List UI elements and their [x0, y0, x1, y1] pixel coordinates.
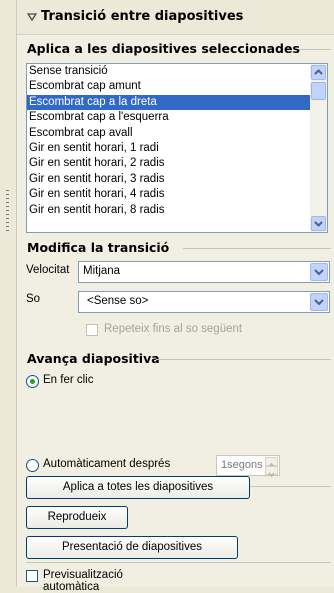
transition-list-item[interactable]: Gir en sentit horari, 8 radis [27, 203, 327, 218]
transition-list: Sense transició Escombrat cap amunt Escomb… [27, 64, 327, 218]
transition-list-item[interactable]: Sense transició [27, 64, 327, 79]
section-divider [156, 359, 331, 360]
scroll-thumb[interactable] [311, 82, 326, 100]
on-click-label: En fer clic [43, 374, 94, 386]
section-divider [26, 562, 331, 563]
autopreview-label: Previsualització automàtica [43, 569, 123, 593]
speed-value: Mitjana [83, 265, 121, 277]
auto-label: Automàticament després [43, 458, 171, 470]
slideshow-button[interactable]: Presentació de diapositives [26, 536, 238, 559]
radio-selected-dot [30, 379, 35, 384]
section-divider [299, 49, 331, 50]
transition-list-item[interactable]: Gir en sentit horari, 2 radis [27, 156, 327, 171]
chevron-down-icon [268, 472, 275, 478]
scroll-up-button[interactable] [311, 65, 326, 80]
collapse-triangle-icon[interactable] [27, 12, 37, 22]
resize-grip[interactable] [6, 190, 9, 234]
apply-all-button[interactable]: Aplica a totes les diapositives [26, 476, 250, 499]
transition-listbox[interactable]: Sense transició Escombrat cap amunt Escomb… [26, 63, 328, 233]
slide-transition-panel: Transició entre diapositives Aplica a le… [17, 0, 334, 587]
autopreview-checkbox[interactable] [26, 570, 38, 582]
play-button[interactable]: Reprodueix [26, 506, 128, 529]
advance-section-title: Avança diapositiva [27, 351, 160, 366]
list-scrollbar[interactable] [310, 64, 327, 232]
sound-select[interactable]: <Sense so> [78, 291, 330, 313]
sound-value: <Sense so> [87, 295, 149, 307]
section-divider [183, 248, 331, 249]
apply-section-title: Aplica a les diapositives seleccionades [27, 41, 300, 56]
transition-list-item[interactable]: Gir en sentit horari, 1 radi [27, 141, 327, 156]
repeat-checkbox[interactable] [86, 324, 98, 336]
auto-radio[interactable] [26, 459, 39, 472]
dropdown-button[interactable] [310, 263, 328, 281]
transition-list-item[interactable]: Escombrat cap amunt [27, 79, 327, 94]
spin-up-button[interactable] [265, 457, 278, 468]
chevron-down-icon [314, 269, 324, 276]
dropdown-button[interactable] [310, 293, 328, 311]
chevron-up-icon [314, 69, 323, 75]
chevron-down-icon [314, 221, 323, 227]
speed-select[interactable]: Mitjana [78, 261, 330, 283]
sound-label: So [26, 293, 41, 305]
chevron-down-icon [314, 299, 324, 306]
on-click-radio[interactable] [26, 375, 39, 388]
panel-gutter [0, 0, 17, 587]
panel-title: Transició entre diapositives [41, 9, 244, 24]
auto-seconds-value: 1segons [221, 459, 263, 471]
modify-section-title: Modifica la transició [27, 240, 170, 255]
repeat-label: Repeteix fins al so següent [104, 323, 243, 335]
transition-list-item[interactable]: Gir en sentit horari, 3 radis [27, 172, 327, 187]
transition-list-item[interactable]: Escombrat cap a l'esquerra [27, 110, 327, 125]
panel-header[interactable]: Transició entre diapositives [17, 0, 334, 35]
spin-down-button[interactable] [265, 466, 278, 478]
transition-list-item[interactable]: Escombrat cap avall [27, 126, 327, 141]
scroll-down-button[interactable] [311, 216, 326, 231]
auto-seconds-spinner[interactable]: 1segons [216, 455, 280, 478]
transition-list-item[interactable]: Gir en sentit horari, 4 radis [27, 187, 327, 202]
transition-list-item[interactable]: Escombrat cap a la dreta [27, 94, 327, 111]
speed-label: Velocitat [26, 264, 70, 276]
